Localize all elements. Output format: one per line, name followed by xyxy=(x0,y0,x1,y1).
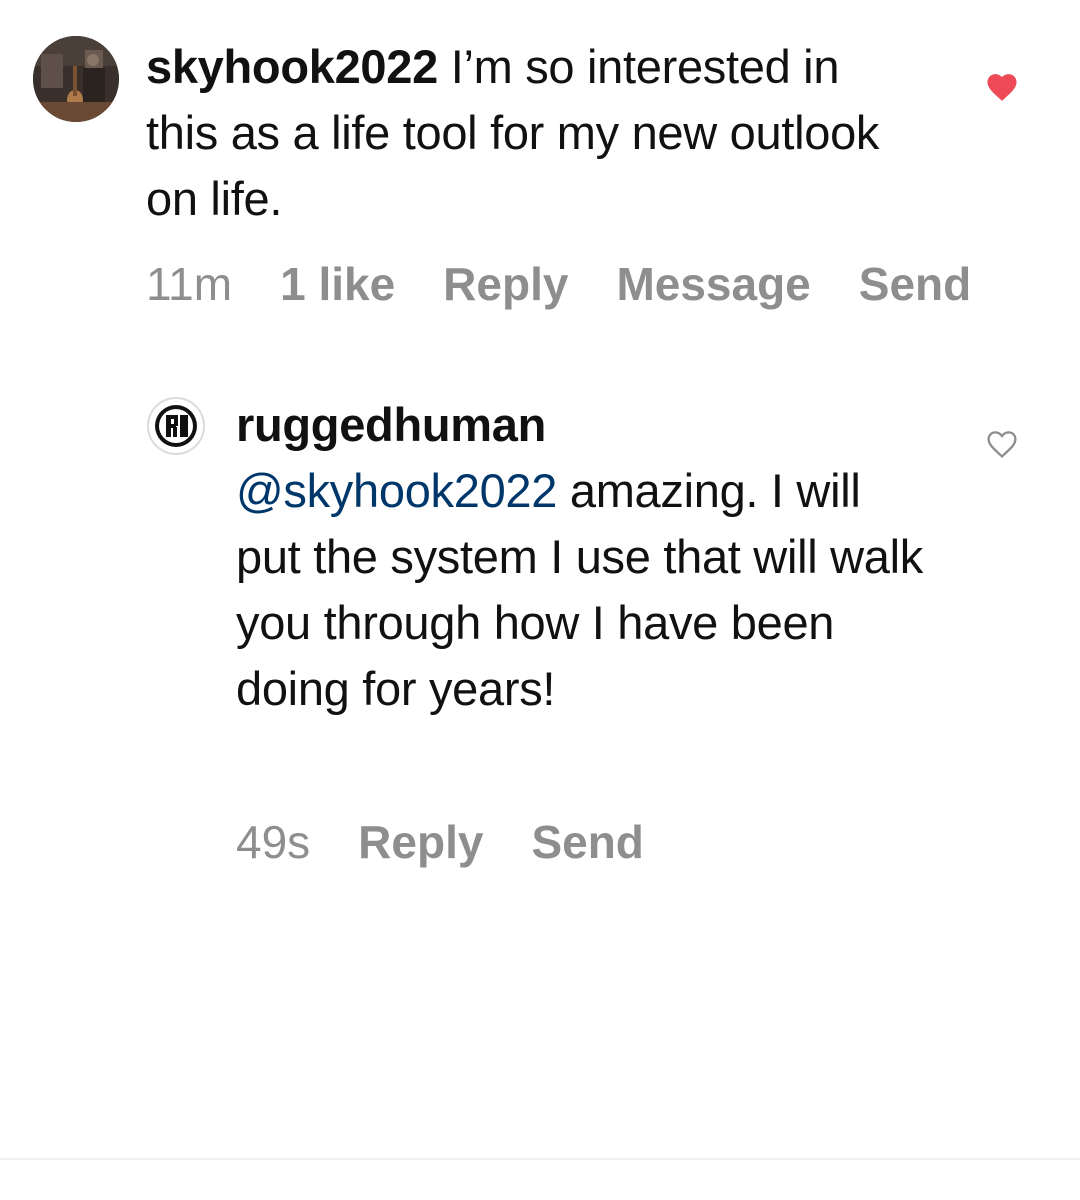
comment-username[interactable]: skyhook2022 xyxy=(146,40,438,93)
rh-logo-icon xyxy=(155,405,197,447)
comment-username[interactable]: ruggedhuman xyxy=(236,398,546,451)
reply-button[interactable]: Reply xyxy=(358,815,483,869)
comment-meta: 11m 1 like Reply Message Send xyxy=(146,254,971,314)
heart-outline-icon[interactable] xyxy=(984,427,1020,459)
mention-link[interactable]: @skyhook2022 xyxy=(236,464,557,517)
guitar-photo-avatar-icon xyxy=(33,36,119,122)
send-button[interactable]: Send xyxy=(859,257,971,311)
divider xyxy=(0,1158,1080,1160)
comment-body: ruggedhuman @skyhook2022 amazing. I will … xyxy=(236,392,936,722)
heart-filled-icon[interactable] xyxy=(984,70,1020,102)
like-count[interactable]: 1 like xyxy=(280,257,395,311)
comment-skyhook2022: skyhook2022 I’m so interested in this as… xyxy=(0,0,1080,330)
comment-body: skyhook2022 I’m so interested in this as… xyxy=(146,34,906,232)
comment-meta: 49s Reply Send xyxy=(236,812,644,872)
avatar[interactable] xyxy=(33,36,119,122)
comment-timestamp: 49s xyxy=(236,816,311,868)
comments-page: skyhook2022 I’m so interested in this as… xyxy=(0,0,1080,1200)
send-button[interactable]: Send xyxy=(531,815,643,869)
reply-button[interactable]: Reply xyxy=(443,257,568,311)
message-button[interactable]: Message xyxy=(616,257,810,311)
comment-timestamp: 11m xyxy=(146,258,233,310)
avatar[interactable] xyxy=(147,397,205,455)
